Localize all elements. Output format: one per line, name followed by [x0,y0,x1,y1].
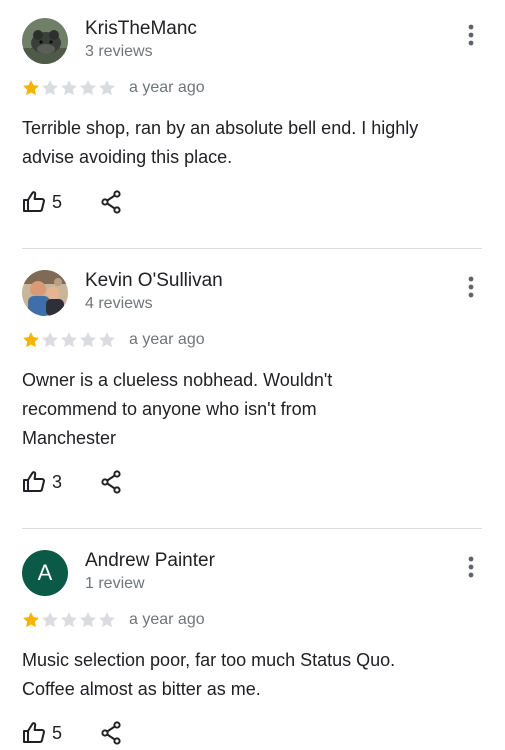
review-actions: 3 [22,469,122,495]
share-icon [101,721,121,745]
star-empty-icon [80,612,96,628]
author-review-count: 4 reviews [85,295,153,312]
star-empty-icon [42,612,58,628]
share-button[interactable] [100,470,122,494]
review-text: Owner is a clueless nobhead. Wouldn't re… [22,370,333,448]
avatar[interactable] [22,18,68,64]
like-count: 3 [52,471,63,492]
review-text: Terrible shop, ran by an absolute bell e… [22,118,419,167]
star-empty-icon [61,80,77,96]
thumbs-up-icon [23,722,45,743]
author-name[interactable]: KrisTheManc [85,18,197,40]
author-review-count: 1 review [85,575,145,592]
more-vert-icon [468,276,474,298]
author-name[interactable]: Andrew Painter [85,550,215,572]
star-filled-icon [23,80,39,96]
star-empty-icon [99,80,115,96]
star-empty-icon [99,612,115,628]
avatar[interactable] [22,270,68,316]
review-date: a year ago [129,331,205,348]
more-vert-icon [468,24,474,46]
like-count: 5 [52,191,63,212]
star-empty-icon [42,332,58,348]
review-text: Music selection poor, far too much Statu… [22,650,396,699]
divider [22,528,482,529]
star-rating [22,79,117,97]
avatar[interactable]: A [22,550,68,596]
review-date: a year ago [129,611,205,628]
star-empty-icon [99,332,115,348]
divider [22,248,482,249]
share-button[interactable] [100,190,122,214]
more-options-button[interactable] [458,24,484,54]
share-icon [101,470,121,494]
star-empty-icon [61,332,77,348]
more-vert-icon [468,556,474,578]
star-rating [22,611,117,629]
thumbs-up-icon [23,471,45,492]
thumbs-up-icon [23,191,45,212]
more-options-button[interactable] [458,556,484,586]
star-filled-icon [23,612,39,628]
star-empty-icon [80,80,96,96]
author-review-count: 3 reviews [85,43,153,60]
review-date: a year ago [129,79,205,96]
rating-row: a year ago [22,610,205,630]
rating-row: a year ago [22,78,205,98]
like-count: 5 [52,722,63,743]
like-button[interactable]: 3 [22,470,62,494]
star-empty-icon [80,332,96,348]
share-icon [101,190,121,214]
more-options-button[interactable] [458,276,484,306]
author-name[interactable]: Kevin O'Sullivan [85,270,223,292]
star-rating [22,331,117,349]
review-actions: 5 [22,720,122,746]
review-actions: 5 [22,189,122,215]
star-empty-icon [61,612,77,628]
share-button[interactable] [100,721,122,745]
star-filled-icon [23,332,39,348]
star-empty-icon [42,80,58,96]
rating-row: a year ago [22,330,205,350]
like-button[interactable]: 5 [22,721,62,745]
like-button[interactable]: 5 [22,190,62,214]
